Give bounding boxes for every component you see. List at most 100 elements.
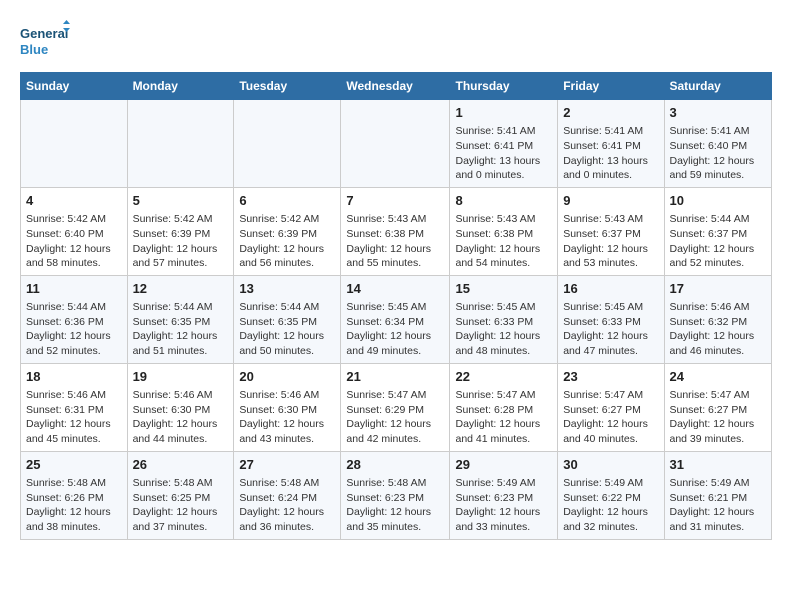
calendar-week-row: 25 Sunrise: 5:48 AM Sunset: 6:26 PM Dayli…: [21, 451, 772, 539]
calendar-week-row: 11Sunrise: 5:44 AM Sunset: 6:36 PM Dayli…: [21, 275, 772, 363]
cell-details: Sunrise: 5:43 AM Sunset: 6:38 PM Dayligh…: [455, 212, 552, 271]
calendar-cell: 23 Sunrise: 5:47 AM Sunset: 6:27 PM Dayli…: [558, 363, 664, 451]
day-number: 14: [346, 280, 444, 298]
day-number: 25: [26, 456, 122, 474]
cell-details: Sunrise: 5:45 AM Sunset: 6:34 PM Dayligh…: [346, 300, 444, 359]
cell-details: Sunrise: 5:47 AM Sunset: 6:29 PM Dayligh…: [346, 388, 444, 447]
cell-details: Sunrise: 5:46 AM Sunset: 6:31 PM Dayligh…: [26, 388, 122, 447]
cell-details: Sunrise: 5:41 AM Sunset: 6:40 PM Dayligh…: [670, 124, 767, 183]
day-number: 31: [670, 456, 767, 474]
calendar-table: SundayMondayTuesdayWednesdayThursdayFrid…: [20, 72, 772, 540]
calendar-cell: 3 Sunrise: 5:41 AM Sunset: 6:40 PM Daylig…: [664, 100, 772, 188]
calendar-cell: 6 Sunrise: 5:42 AM Sunset: 6:39 PM Daylig…: [234, 187, 341, 275]
calendar-week-row: 18 Sunrise: 5:46 AM Sunset: 6:31 PM Dayli…: [21, 363, 772, 451]
cell-details: Sunrise: 5:49 AM Sunset: 6:22 PM Dayligh…: [563, 476, 658, 535]
calendar-cell: 9Sunrise: 5:43 AM Sunset: 6:37 PM Daylig…: [558, 187, 664, 275]
cell-details: Sunrise: 5:46 AM Sunset: 6:30 PM Dayligh…: [133, 388, 229, 447]
day-number: 7: [346, 192, 444, 210]
calendar-cell: 13 Sunrise: 5:44 AM Sunset: 6:35 PM Dayli…: [234, 275, 341, 363]
cell-details: Sunrise: 5:48 AM Sunset: 6:23 PM Dayligh…: [346, 476, 444, 535]
cell-details: Sunrise: 5:44 AM Sunset: 6:35 PM Dayligh…: [133, 300, 229, 359]
cell-details: Sunrise: 5:48 AM Sunset: 6:24 PM Dayligh…: [239, 476, 335, 535]
col-header-wednesday: Wednesday: [341, 73, 450, 100]
cell-details: Sunrise: 5:47 AM Sunset: 6:27 PM Dayligh…: [563, 388, 658, 447]
logo-svg: General Blue: [20, 20, 70, 62]
calendar-cell: 19 Sunrise: 5:46 AM Sunset: 6:30 PM Dayli…: [127, 363, 234, 451]
calendar-cell: 17Sunrise: 5:46 AM Sunset: 6:32 PM Dayli…: [664, 275, 772, 363]
cell-details: Sunrise: 5:48 AM Sunset: 6:25 PM Dayligh…: [133, 476, 229, 535]
calendar-cell: 8 Sunrise: 5:43 AM Sunset: 6:38 PM Daylig…: [450, 187, 558, 275]
svg-text:Blue: Blue: [20, 42, 48, 57]
day-number: 16: [563, 280, 658, 298]
day-number: 24: [670, 368, 767, 386]
day-number: 10: [670, 192, 767, 210]
day-number: 3: [670, 104, 767, 122]
logo: General Blue: [20, 20, 70, 62]
calendar-cell: 11Sunrise: 5:44 AM Sunset: 6:36 PM Dayli…: [21, 275, 128, 363]
day-number: 15: [455, 280, 552, 298]
cell-details: Sunrise: 5:49 AM Sunset: 6:21 PM Dayligh…: [670, 476, 767, 535]
calendar-cell: 15Sunrise: 5:45 AM Sunset: 6:33 PM Dayli…: [450, 275, 558, 363]
cell-details: Sunrise: 5:43 AM Sunset: 6:37 PM Dayligh…: [563, 212, 658, 271]
col-header-sunday: Sunday: [21, 73, 128, 100]
day-number: 18: [26, 368, 122, 386]
col-header-saturday: Saturday: [664, 73, 772, 100]
cell-details: Sunrise: 5:46 AM Sunset: 6:32 PM Dayligh…: [670, 300, 767, 359]
cell-details: Sunrise: 5:42 AM Sunset: 6:40 PM Dayligh…: [26, 212, 122, 271]
cell-details: Sunrise: 5:45 AM Sunset: 6:33 PM Dayligh…: [563, 300, 658, 359]
calendar-cell: [234, 100, 341, 188]
calendar-cell: 20 Sunrise: 5:46 AM Sunset: 6:30 PM Dayli…: [234, 363, 341, 451]
cell-details: Sunrise: 5:47 AM Sunset: 6:28 PM Dayligh…: [455, 388, 552, 447]
calendar-cell: 28 Sunrise: 5:48 AM Sunset: 6:23 PM Dayli…: [341, 451, 450, 539]
day-number: 5: [133, 192, 229, 210]
calendar-cell: 14 Sunrise: 5:45 AM Sunset: 6:34 PM Dayli…: [341, 275, 450, 363]
calendar-cell: 29Sunrise: 5:49 AM Sunset: 6:23 PM Dayli…: [450, 451, 558, 539]
calendar-cell: 7Sunrise: 5:43 AM Sunset: 6:38 PM Daylig…: [341, 187, 450, 275]
day-number: 20: [239, 368, 335, 386]
day-number: 4: [26, 192, 122, 210]
day-number: 1: [455, 104, 552, 122]
calendar-cell: 4 Sunrise: 5:42 AM Sunset: 6:40 PM Daylig…: [21, 187, 128, 275]
col-header-friday: Friday: [558, 73, 664, 100]
cell-details: Sunrise: 5:44 AM Sunset: 6:37 PM Dayligh…: [670, 212, 767, 271]
svg-text:General: General: [20, 26, 68, 41]
day-number: 8: [455, 192, 552, 210]
day-number: 27: [239, 456, 335, 474]
calendar-cell: 22 Sunrise: 5:47 AM Sunset: 6:28 PM Dayli…: [450, 363, 558, 451]
calendar-cell: 1 Sunrise: 5:41 AM Sunset: 6:41 PM Daylig…: [450, 100, 558, 188]
col-header-tuesday: Tuesday: [234, 73, 341, 100]
calendar-cell: 2 Sunrise: 5:41 AM Sunset: 6:41 PM Daylig…: [558, 100, 664, 188]
cell-details: Sunrise: 5:41 AM Sunset: 6:41 PM Dayligh…: [563, 124, 658, 183]
day-number: 28: [346, 456, 444, 474]
col-header-thursday: Thursday: [450, 73, 558, 100]
calendar-cell: 26 Sunrise: 5:48 AM Sunset: 6:25 PM Dayli…: [127, 451, 234, 539]
cell-details: Sunrise: 5:44 AM Sunset: 6:35 PM Dayligh…: [239, 300, 335, 359]
calendar-cell: 30 Sunrise: 5:49 AM Sunset: 6:22 PM Dayli…: [558, 451, 664, 539]
cell-details: Sunrise: 5:47 AM Sunset: 6:27 PM Dayligh…: [670, 388, 767, 447]
calendar-header-row: SundayMondayTuesdayWednesdayThursdayFrid…: [21, 73, 772, 100]
day-number: 30: [563, 456, 658, 474]
cell-details: Sunrise: 5:41 AM Sunset: 6:41 PM Dayligh…: [455, 124, 552, 183]
calendar-cell: 27 Sunrise: 5:48 AM Sunset: 6:24 PM Dayli…: [234, 451, 341, 539]
cell-details: Sunrise: 5:48 AM Sunset: 6:26 PM Dayligh…: [26, 476, 122, 535]
day-number: 23: [563, 368, 658, 386]
calendar-cell: 24 Sunrise: 5:47 AM Sunset: 6:27 PM Dayli…: [664, 363, 772, 451]
day-number: 13: [239, 280, 335, 298]
day-number: 19: [133, 368, 229, 386]
col-header-monday: Monday: [127, 73, 234, 100]
calendar-cell: 16 Sunrise: 5:45 AM Sunset: 6:33 PM Dayli…: [558, 275, 664, 363]
day-number: 2: [563, 104, 658, 122]
cell-details: Sunrise: 5:46 AM Sunset: 6:30 PM Dayligh…: [239, 388, 335, 447]
day-number: 29: [455, 456, 552, 474]
day-number: 12: [133, 280, 229, 298]
day-number: 6: [239, 192, 335, 210]
cell-details: Sunrise: 5:42 AM Sunset: 6:39 PM Dayligh…: [239, 212, 335, 271]
page-header: General Blue: [20, 20, 772, 62]
calendar-cell: 31 Sunrise: 5:49 AM Sunset: 6:21 PM Dayli…: [664, 451, 772, 539]
day-number: 26: [133, 456, 229, 474]
calendar-cell: [21, 100, 128, 188]
calendar-cell: [341, 100, 450, 188]
day-number: 11: [26, 280, 122, 298]
calendar-cell: 12 Sunrise: 5:44 AM Sunset: 6:35 PM Dayli…: [127, 275, 234, 363]
day-number: 22: [455, 368, 552, 386]
